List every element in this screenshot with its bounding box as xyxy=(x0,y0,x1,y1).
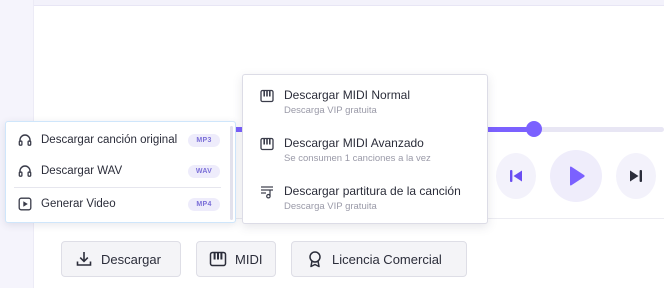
menu-item-download-wav[interactable]: Descargar WAV WAV xyxy=(6,156,230,186)
midi-button[interactable]: MIDI xyxy=(196,241,276,277)
menu-item-title: Descargar MIDI Normal xyxy=(284,88,411,102)
play-button[interactable] xyxy=(550,150,602,202)
sheet-music-icon xyxy=(260,185,274,199)
midi-button-label: MIDI xyxy=(235,251,263,267)
menu-item-sheet-music[interactable]: Descargar partitura de la canción Descar… xyxy=(243,171,489,212)
menu-scrollbar[interactable] xyxy=(230,126,233,220)
download-icon xyxy=(75,250,93,268)
menu-item-midi-normal[interactable]: Descargar MIDI Normal Descarga VIP gratu… xyxy=(243,75,489,116)
play-icon xyxy=(570,166,585,186)
menu-item-label: Generar Video xyxy=(41,198,116,210)
menu-item-title: Descargar MIDI Avanzado xyxy=(284,136,424,150)
commercial-license-label: Licencia Comercial xyxy=(332,251,442,267)
format-badge: MP3 xyxy=(188,133,220,147)
skip-previous-icon xyxy=(510,170,522,182)
menu-item-download-original[interactable]: Descargar canción original MP3 xyxy=(6,125,230,155)
menu-item-subtitle: Descarga VIP gratuita xyxy=(284,105,377,116)
top-strip xyxy=(34,0,664,6)
headphones-icon xyxy=(18,164,32,178)
midi-menu: Descargar MIDI Normal Descarga VIP gratu… xyxy=(242,74,488,224)
menu-item-subtitle: Se consumen 1 canciones a la vez xyxy=(284,153,431,164)
commercial-license-button[interactable]: Licencia Comercial xyxy=(291,241,467,277)
menu-item-label: Descargar WAV xyxy=(41,165,123,177)
download-menu: Descargar canción original MP3 Descargar… xyxy=(5,121,236,223)
format-badge: WAV xyxy=(188,164,220,178)
download-button-label: Descargar xyxy=(101,251,161,267)
download-button[interactable]: Descargar xyxy=(61,241,181,277)
menu-item-midi-advanced[interactable]: Descargar MIDI Avanzado Se consumen 1 ca… xyxy=(243,123,489,164)
menu-item-generate-video[interactable]: Generar Video MP4 xyxy=(6,189,230,219)
next-button[interactable] xyxy=(616,153,656,199)
piano-icon xyxy=(260,89,274,103)
progress-knob[interactable] xyxy=(526,121,542,137)
menu-item-subtitle: Descarga VIP gratuita xyxy=(284,201,377,212)
video-play-icon xyxy=(18,197,32,211)
menu-separator xyxy=(14,187,221,188)
format-badge: MP4 xyxy=(188,197,220,211)
menu-item-title: Descargar partitura de la canción xyxy=(284,184,461,198)
skip-next-icon xyxy=(630,170,642,182)
piano-icon xyxy=(260,137,274,151)
headphones-icon xyxy=(18,133,32,147)
menu-item-label: Descargar canción original xyxy=(41,134,178,146)
award-icon xyxy=(306,250,324,268)
previous-button[interactable] xyxy=(496,153,536,199)
piano-icon xyxy=(209,250,227,268)
